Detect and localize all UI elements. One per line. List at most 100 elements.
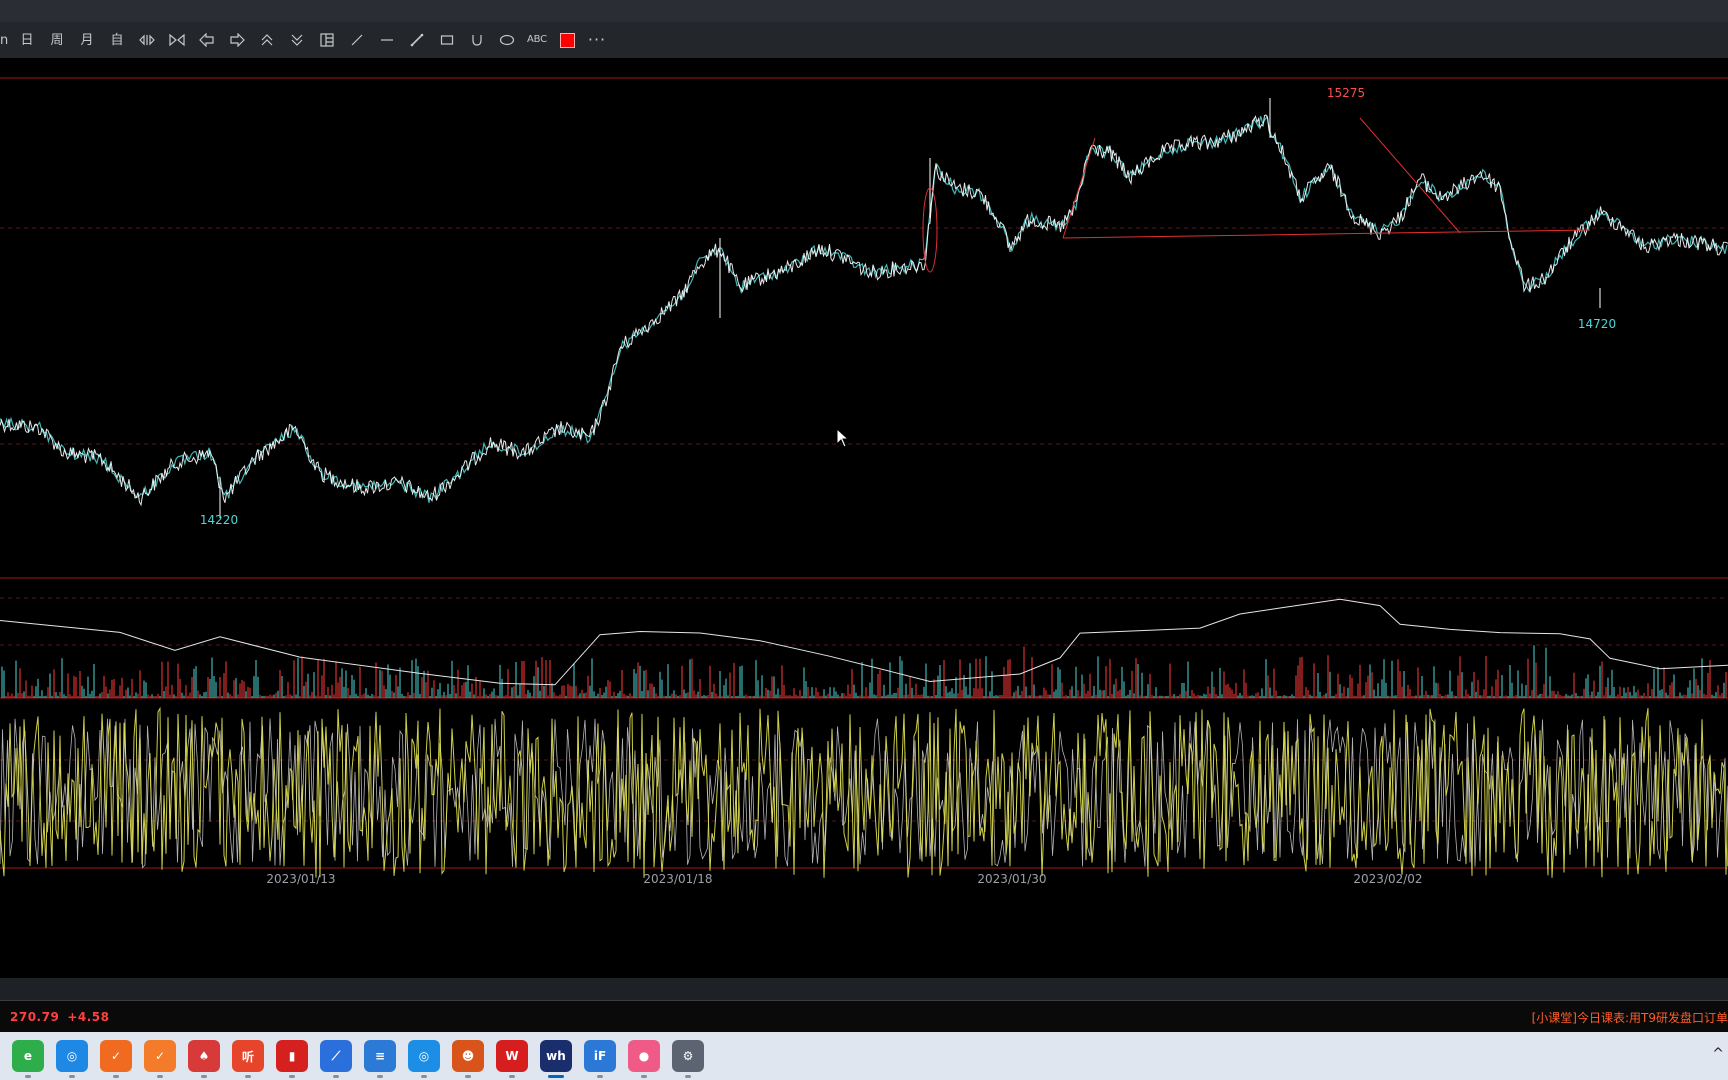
price-series-line (0, 114, 1728, 507)
horizontal-line-icon (380, 33, 394, 47)
tool-zoom-in-button[interactable] (132, 25, 162, 55)
ray-line-icon (410, 33, 424, 47)
tool-week-button[interactable]: 周 (42, 25, 72, 55)
chart-area[interactable]: 15275 14220 14720 2023/01/13 2023/01/18 2023/… (0, 58, 1728, 978)
settings-glyph: ⚙ (682, 1049, 694, 1063)
edge-like-glyph: e (23, 1049, 33, 1063)
arrow-right-icon (229, 33, 245, 47)
tool-rect-button[interactable] (432, 25, 462, 55)
tool-line-button[interactable] (342, 25, 372, 55)
tool-layout-button[interactable] (312, 25, 342, 55)
tool-zoom-out-button[interactable] (162, 25, 192, 55)
poker-glyph: ♠ (198, 1049, 210, 1063)
zoom-in-icon (139, 33, 155, 47)
ifly-glyph: iF (593, 1049, 607, 1063)
game-glyph: ☻ (461, 1049, 475, 1063)
tool-week-label: 周 (50, 32, 64, 48)
tool-more-button[interactable]: ··· (582, 25, 612, 55)
high-price-label: 15275 (1327, 86, 1365, 100)
notepad-glyph: ≡ (374, 1049, 386, 1063)
tool-custom-label: 自 (110, 32, 124, 48)
trend-line-up (1062, 137, 1096, 239)
tool-ellipse-button[interactable] (492, 25, 522, 55)
tool-right-button[interactable] (222, 25, 252, 55)
tool-down-button[interactable] (282, 25, 312, 55)
date-axis-label: 2023/02/02 (1353, 872, 1422, 886)
price-series-accent (0, 115, 1728, 503)
scroll-strip (0, 978, 1728, 1000)
settings-icon[interactable]: ⚙ (672, 1040, 704, 1078)
mouse-cursor-icon (836, 428, 850, 448)
trend-line-down (1359, 117, 1461, 234)
low-price-label-right: 14720 (1578, 317, 1616, 331)
low-price-label-left: 14220 (200, 513, 238, 527)
tool-month-button[interactable]: 月 (72, 25, 102, 55)
date-axis-label: 2023/01/18 (643, 872, 712, 886)
game-icon[interactable]: ☻ (452, 1040, 484, 1078)
support-line (1062, 229, 1591, 239)
arc-icon (470, 33, 484, 47)
orange-app-icon[interactable]: ✓ (100, 1040, 132, 1078)
date-axis-label: 2023/01/13 (266, 872, 335, 886)
orange-app-glyph: ✓ (110, 1049, 122, 1063)
ifly-icon[interactable]: iF (584, 1040, 616, 1078)
orange-app2-glyph: ✓ (154, 1049, 166, 1063)
browser-glyph: ◎ (66, 1049, 78, 1063)
cloud-glyph: ◎ (418, 1049, 430, 1063)
wh6-icon[interactable]: wh (540, 1040, 572, 1078)
tool-ray-button[interactable] (402, 25, 432, 55)
tool-custom-button[interactable]: 自 (102, 25, 132, 55)
taskbar: e ◎ ✓ ✓ ♠ 听 ▮ ⟋ ≡ ◎ ☻ Wwh iF ● ⚙ ^ (0, 1032, 1728, 1080)
wh6-glyph: wh (546, 1049, 566, 1063)
status-change: +4.58 (67, 1010, 110, 1024)
tool-day-button[interactable]: 日 (12, 25, 42, 55)
arrow-left-icon (199, 33, 215, 47)
stock-chart-glyph: ⟋ (331, 1048, 341, 1063)
chevron-double-down-icon (290, 33, 304, 47)
zoom-out-icon (169, 33, 185, 47)
title-bar (0, 0, 1728, 22)
stock-red-icon[interactable]: ▮ (276, 1040, 308, 1078)
oscillator-signal-line (0, 718, 1728, 869)
edge-like-icon[interactable]: e (12, 1040, 44, 1078)
status-index-readout: 270.79 +4.58 (10, 1010, 117, 1024)
cloud-icon[interactable]: ◎ (408, 1040, 440, 1078)
tray-chevron-icon[interactable]: ^ (1712, 1046, 1724, 1062)
wps-icon[interactable]: W (496, 1040, 528, 1078)
tool-text-label: ABC (527, 34, 547, 45)
ellipse-icon (499, 33, 515, 47)
orange-app2-icon[interactable]: ✓ (144, 1040, 176, 1078)
tool-more-label: ··· (587, 30, 607, 49)
listen-glyph: 听 (241, 1049, 254, 1064)
draw-line-icon (350, 33, 364, 47)
rectangle-icon (440, 33, 454, 47)
tool-month-label: 月 (80, 32, 94, 48)
tool-text-button[interactable]: ABC (522, 25, 552, 55)
layout-icon (320, 33, 334, 47)
date-axis-label: 2023/01/30 (977, 872, 1046, 886)
stock-chart-icon[interactable]: ⟋ (320, 1040, 352, 1078)
wps-glyph: W (505, 1049, 519, 1063)
tool-partial-label: n (0, 32, 9, 48)
status-value: 270.79 (10, 1010, 60, 1024)
browser-icon[interactable]: ◎ (56, 1040, 88, 1078)
volume-average-line (0, 598, 1728, 686)
status-notice[interactable]: [小课堂]今日课表:用T9研发盘口订单 (1532, 1009, 1728, 1026)
listen-icon[interactable]: 听 (232, 1040, 264, 1078)
chevron-double-up-icon (260, 33, 274, 47)
tool-up-button[interactable] (252, 25, 282, 55)
tool-color-button[interactable] (552, 25, 582, 55)
tool-hline-button[interactable] (372, 25, 402, 55)
tool-day-label: 日 (20, 32, 34, 48)
bag-icon[interactable]: ● (628, 1040, 660, 1078)
tool-left-button[interactable] (192, 25, 222, 55)
tool-partial-button[interactable]: n (0, 25, 12, 55)
poker-icon[interactable]: ♠ (188, 1040, 220, 1078)
tool-arc-button[interactable] (462, 25, 492, 55)
trading-app-window: n 日周月自 ABC ··· 15275 14220 14720 2023/01/13 202… (0, 0, 1728, 1080)
chart-canvas[interactable]: 15275 14220 14720 2023/01/13 2023/01/18 2023/… (0, 58, 1728, 978)
chart-toolbar: n 日周月自 ABC ··· (0, 22, 1728, 59)
color-swatch-icon (559, 32, 575, 48)
notepad-icon[interactable]: ≡ (364, 1040, 396, 1078)
bag-glyph: ● (638, 1049, 650, 1063)
